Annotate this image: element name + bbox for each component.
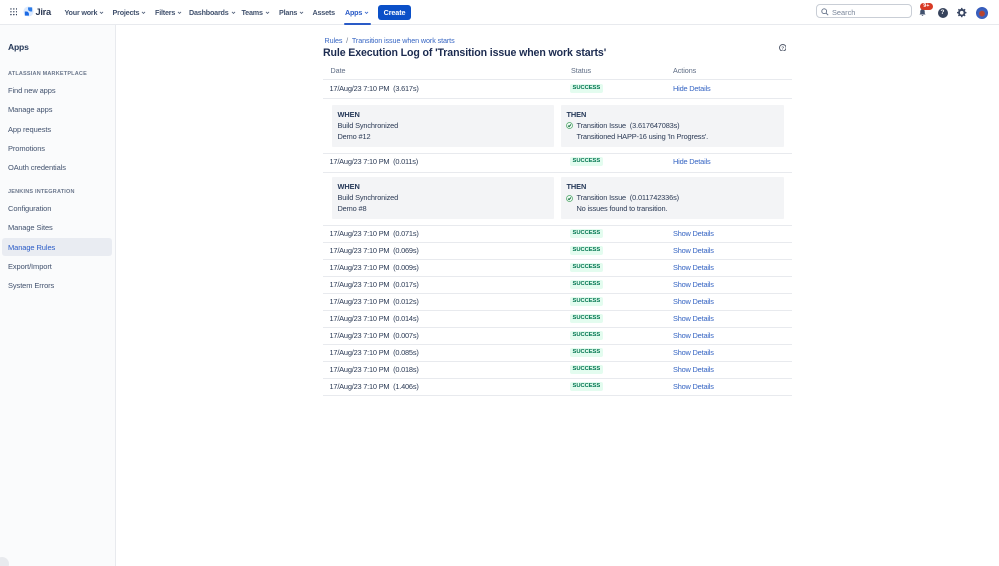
svg-text:?: ? [781, 45, 784, 51]
